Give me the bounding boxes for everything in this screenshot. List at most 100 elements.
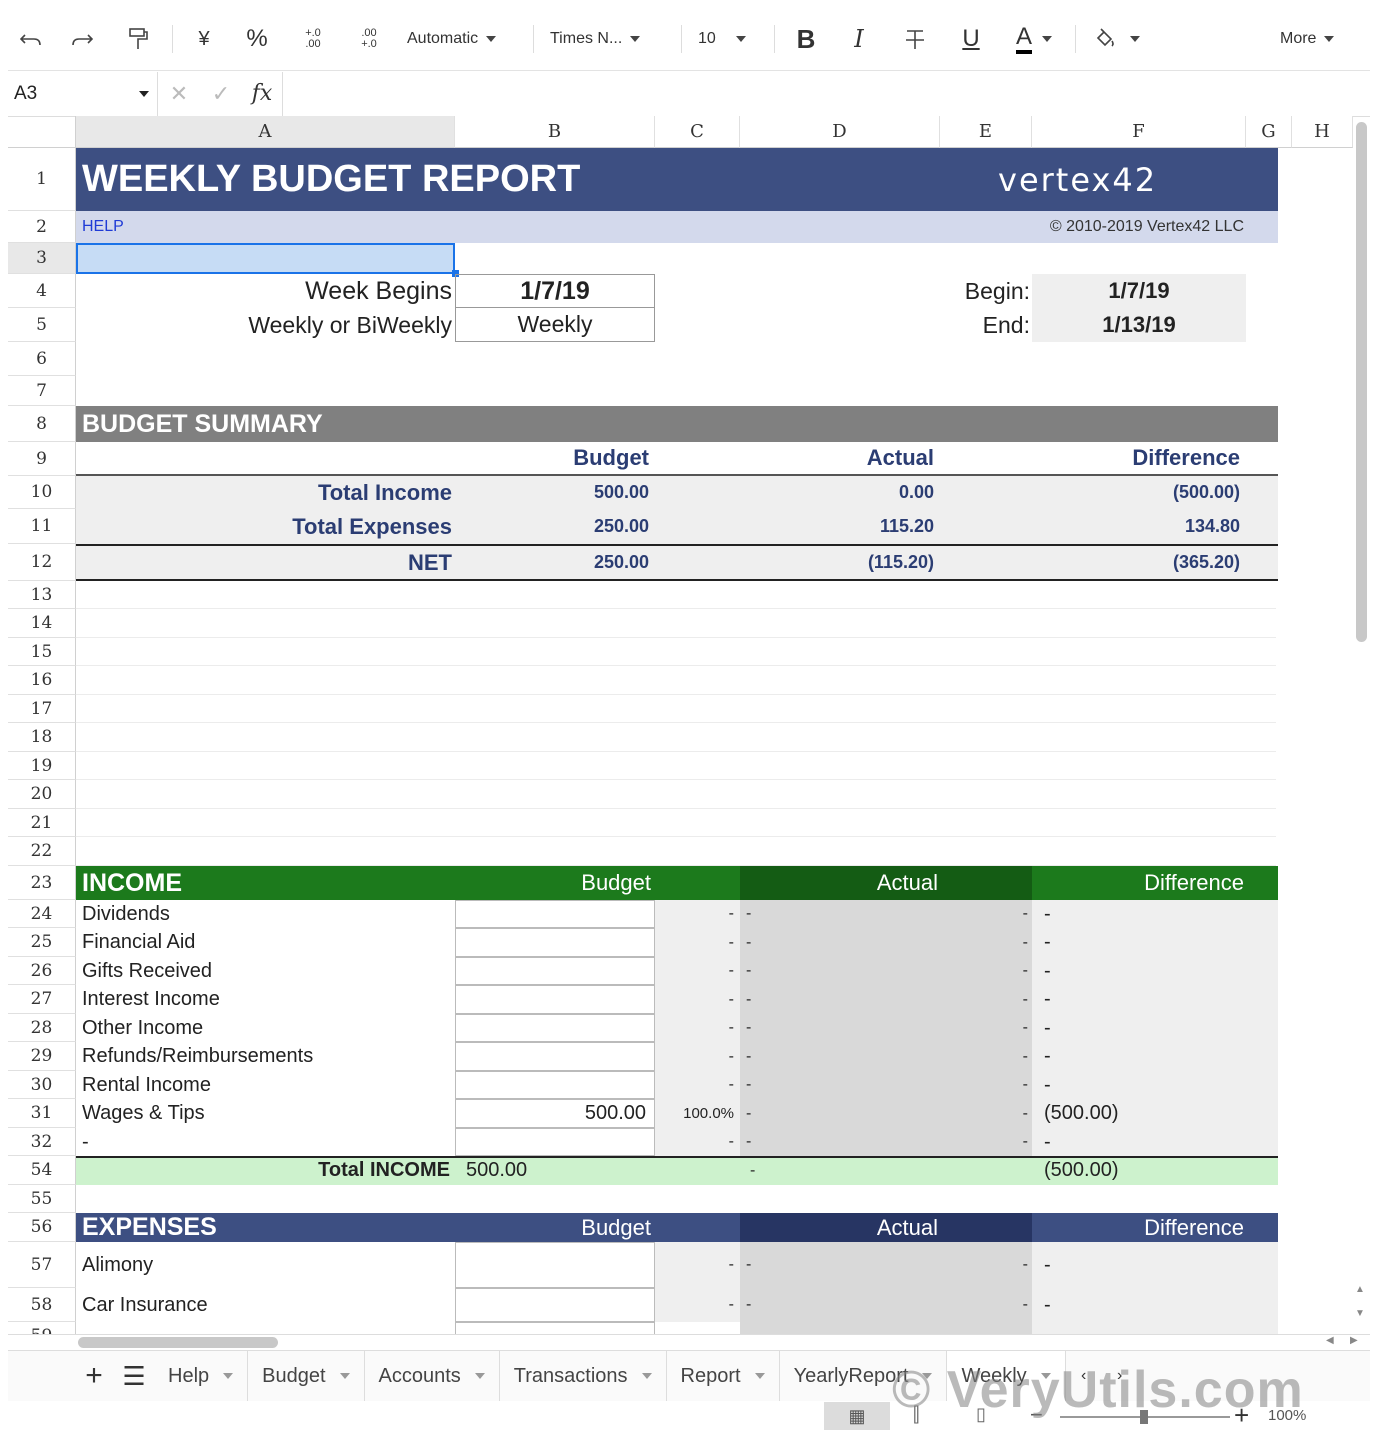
sheet-tab[interactable]: Transactions [500, 1351, 667, 1401]
increase-decimal-button[interactable]: +.0 .00 [285, 19, 341, 59]
text-color-button[interactable]: A [999, 19, 1069, 59]
row-header[interactable]: 21 [8, 809, 76, 837]
redo-button[interactable] [54, 19, 110, 59]
column-header[interactable]: A [76, 116, 455, 148]
row-header[interactable]: 4 [8, 274, 76, 308]
row-header[interactable]: 26 [8, 957, 76, 985]
column-header[interactable]: E [940, 116, 1032, 148]
row-header[interactable]: 28 [8, 1014, 76, 1042]
income-item-budget-input[interactable] [455, 1128, 655, 1156]
frequency-input[interactable]: Weekly [455, 308, 655, 342]
row-header[interactable]: 3 [8, 243, 76, 274]
row-header[interactable]: 8 [8, 406, 76, 442]
row-header[interactable]: 2 [8, 211, 76, 243]
row-header[interactable]: 1 [8, 148, 76, 211]
font-size-dropdown[interactable]: 10 [688, 30, 768, 48]
chevron-down-icon[interactable] [474, 1373, 485, 1379]
row-header[interactable]: 6 [8, 342, 76, 376]
confirm-formula-button[interactable]: ✓ [200, 81, 242, 107]
row-header[interactable]: 57 [8, 1242, 76, 1288]
income-item-budget-input[interactable] [455, 928, 655, 957]
row-header[interactable]: 14 [8, 609, 76, 638]
selected-cell[interactable] [76, 243, 455, 274]
scroll-up-icon[interactable]: ▲ [1355, 1284, 1365, 1295]
row-header[interactable]: 13 [8, 581, 76, 609]
row-header[interactable]: 55 [8, 1185, 76, 1213]
sheet-tab[interactable]: Budget [248, 1351, 365, 1401]
select-all-corner[interactable] [8, 116, 76, 148]
row-header[interactable]: 17 [8, 695, 76, 723]
add-sheet-button[interactable]: + [74, 1356, 114, 1396]
function-button[interactable]: fx [242, 72, 283, 116]
undo-button[interactable] [8, 19, 54, 59]
income-item-budget-input[interactable] [455, 985, 655, 1014]
income-item-budget-input[interactable] [455, 1071, 655, 1099]
row-header[interactable]: 22 [8, 837, 76, 866]
row-header[interactable]: 32 [8, 1128, 76, 1156]
row-header[interactable]: 11 [8, 509, 76, 544]
number-format-dropdown[interactable]: Automatic [397, 30, 527, 48]
currency-button[interactable]: ¥ [179, 19, 229, 59]
income-item-budget-input[interactable] [455, 900, 655, 928]
bold-button[interactable]: B [781, 19, 831, 59]
horizontal-scroll-thumb[interactable] [78, 1337, 278, 1348]
row-header[interactable]: 25 [8, 928, 76, 957]
row-header[interactable]: 16 [8, 666, 76, 695]
decrease-decimal-button[interactable]: .00 +.0 [341, 19, 397, 59]
fill-color-button[interactable] [1082, 19, 1152, 59]
spreadsheet-grid[interactable]: ABCDEFGH 1 2 3 4 5 6 7 8 9 10 11 12 13 14 15 16 17 18 19 20… [8, 116, 1353, 1334]
chevron-down-icon[interactable] [339, 1373, 350, 1379]
percent-button[interactable]: % [229, 19, 285, 59]
row-header[interactable]: 31 [8, 1099, 76, 1128]
more-button[interactable]: More [1270, 30, 1370, 48]
expenses-item-budget-input[interactable] [455, 1242, 655, 1288]
row-header[interactable]: 24 [8, 900, 76, 928]
row-header[interactable]: 27 [8, 985, 76, 1014]
vertical-scroll-thumb[interactable] [1356, 122, 1367, 642]
help-link[interactable]: HELP [82, 211, 182, 243]
row-header[interactable]: 15 [8, 638, 76, 666]
income-item-budget-input[interactable]: 500.00 [455, 1099, 655, 1128]
sheet-tab[interactable]: Accounts [365, 1351, 500, 1401]
row-header[interactable]: 5 [8, 308, 76, 342]
row-header[interactable]: 7 [8, 376, 76, 406]
font-family-dropdown[interactable]: Times N... [540, 30, 675, 48]
normal-view-button[interactable]: ▦ [824, 1402, 890, 1430]
column-header[interactable]: D [740, 116, 940, 148]
scroll-left-icon[interactable]: ◀ [1326, 1335, 1334, 1346]
name-box[interactable]: A3 [8, 72, 158, 116]
week-begins-input[interactable]: 1/7/19 [455, 274, 655, 308]
row-header[interactable]: 12 [8, 544, 76, 581]
column-header[interactable]: F [1032, 116, 1246, 148]
row-header[interactable]: 58 [8, 1288, 76, 1322]
chevron-down-icon[interactable] [754, 1373, 765, 1379]
chevron-down-icon[interactable] [641, 1373, 652, 1379]
row-header[interactable]: 54 [8, 1156, 76, 1185]
column-header[interactable]: C [655, 116, 740, 148]
row-header[interactable]: 9 [8, 442, 76, 476]
expenses-partial-budget-input[interactable] [455, 1322, 655, 1334]
sheet-tab[interactable]: Help [154, 1351, 249, 1401]
all-sheets-button[interactable]: ☰ [114, 1356, 154, 1396]
row-header[interactable]: 20 [8, 780, 76, 809]
vertical-scrollbar[interactable]: ▲ ▼ [1353, 116, 1370, 1334]
paint-format-button[interactable] [110, 19, 166, 59]
scroll-right-icon[interactable]: ▶ [1350, 1335, 1358, 1346]
row-header[interactable]: 23 [8, 866, 76, 900]
horizontal-scrollbar[interactable]: ◀ ▶ [8, 1334, 1370, 1351]
row-header[interactable]: 29 [8, 1042, 76, 1071]
strikethrough-button[interactable] [887, 19, 943, 59]
row-header[interactable]: 59 [8, 1322, 76, 1334]
row-header[interactable]: 30 [8, 1071, 76, 1099]
row-header[interactable]: 56 [8, 1213, 76, 1242]
row-header[interactable]: 18 [8, 723, 76, 752]
income-item-budget-input[interactable] [455, 1014, 655, 1042]
expenses-item-budget-input[interactable] [455, 1288, 655, 1322]
row-header[interactable]: 19 [8, 752, 76, 780]
scroll-down-icon[interactable]: ▼ [1355, 1308, 1365, 1319]
income-item-budget-input[interactable] [455, 1042, 655, 1071]
income-item-budget-input[interactable] [455, 957, 655, 985]
column-header[interactable]: B [455, 116, 655, 148]
underline-button[interactable]: U [943, 19, 999, 59]
chevron-down-icon[interactable] [223, 1373, 234, 1379]
